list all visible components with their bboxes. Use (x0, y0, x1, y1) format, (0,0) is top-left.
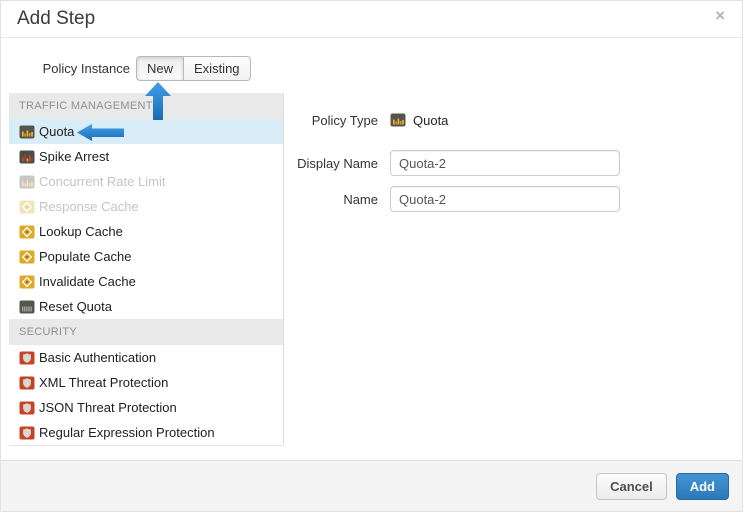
close-icon[interactable]: × (715, 7, 725, 24)
policy-type-list: TRAFFIC MANAGEMENT Quota Spike Arrest Concu… (9, 93, 284, 446)
sidebar-item-invalidate-cache[interactable]: Invalidate Cache (9, 269, 283, 294)
cache-diamond-icon (19, 224, 35, 240)
sidebar-item-label: XML Threat Protection (39, 375, 168, 390)
quota-bars-icon (19, 174, 35, 190)
security-shield-icon (19, 400, 35, 416)
add-step-dialog: Add Step × Policy Instance New Existing … (0, 0, 743, 512)
sidebar-item-label: Regular Expression Protection (39, 425, 215, 440)
name-field[interactable] (390, 186, 620, 212)
dialog-header: Add Step × (1, 1, 742, 38)
dialog-title: Add Step (17, 8, 95, 30)
sidebar-item-concurrent-rate-limit: Concurrent Rate Limit (9, 169, 283, 194)
display-name-row: Display Name (284, 150, 736, 176)
sidebar-item-label: Response Cache (39, 199, 139, 214)
section-header-traffic-management: TRAFFIC MANAGEMENT (9, 93, 283, 119)
dialog-footer: Cancel Add (1, 460, 743, 511)
policy-type-row: Policy Type Quota (284, 107, 736, 133)
dialog-body: TRAFFIC MANAGEMENT Quota Spike Arrest Concu… (9, 93, 736, 446)
sidebar-item-quota[interactable]: Quota (9, 119, 283, 144)
display-name-label: Display Name (284, 156, 390, 171)
sidebar-item-response-cache: Response Cache (9, 194, 283, 219)
sidebar-item-label: Basic Authentication (39, 350, 156, 365)
policy-type-label: Policy Type (284, 113, 390, 128)
policy-type-text: Quota (413, 113, 448, 128)
sidebar-item-label: JSON Threat Protection (39, 400, 177, 415)
sidebar-item-label: Concurrent Rate Limit (39, 174, 165, 189)
sidebar-item-label: Spike Arrest (39, 149, 109, 164)
reset-quota-bars-icon (19, 299, 35, 315)
sidebar-item-json-threat-protection[interactable]: JSON Threat Protection (9, 395, 283, 420)
add-button[interactable]: Add (676, 473, 729, 500)
security-shield-icon (19, 375, 35, 391)
cache-diamond-icon (19, 274, 35, 290)
sidebar-item-label: Quota (39, 124, 74, 139)
spike-arrest-bars-icon (19, 149, 35, 165)
sidebar-item-basic-authentication[interactable]: Basic Authentication (9, 345, 283, 370)
security-shield-icon (19, 350, 35, 366)
policy-form-panel: Policy Type Quota Display Name Name (284, 93, 736, 446)
security-shield-icon (19, 425, 35, 441)
new-toggle-button[interactable]: New (136, 56, 184, 81)
sidebar-item-label: Invalidate Cache (39, 274, 136, 289)
sidebar-item-label: Reset Quota (39, 299, 112, 314)
policy-instance-row: Policy Instance New Existing (1, 56, 251, 81)
quota-bars-icon (19, 124, 35, 140)
cache-diamond-icon (19, 249, 35, 265)
sidebar-item-lookup-cache[interactable]: Lookup Cache (9, 219, 283, 244)
sidebar-item-label: Lookup Cache (39, 224, 123, 239)
sidebar-item-label: Populate Cache (39, 249, 132, 264)
sidebar-item-spike-arrest[interactable]: Spike Arrest (9, 144, 283, 169)
sidebar-item-populate-cache[interactable]: Populate Cache (9, 244, 283, 269)
policy-instance-label: Policy Instance (1, 61, 136, 76)
sidebar-item-regular-expression-protection[interactable]: Regular Expression Protection (9, 420, 283, 445)
section-header-security: SECURITY (9, 319, 283, 345)
cache-diamond-icon (19, 199, 35, 215)
name-row: Name (284, 186, 736, 212)
policy-instance-toggle: New Existing (136, 56, 251, 81)
quota-bars-icon (390, 112, 406, 128)
existing-toggle-button[interactable]: Existing (184, 56, 251, 81)
display-name-field[interactable] (390, 150, 620, 176)
cancel-button[interactable]: Cancel (596, 473, 667, 500)
sidebar-item-xml-threat-protection[interactable]: XML Threat Protection (9, 370, 283, 395)
sidebar-item-reset-quota[interactable]: Reset Quota (9, 294, 283, 319)
name-label: Name (284, 192, 390, 207)
policy-type-value: Quota (390, 107, 448, 133)
